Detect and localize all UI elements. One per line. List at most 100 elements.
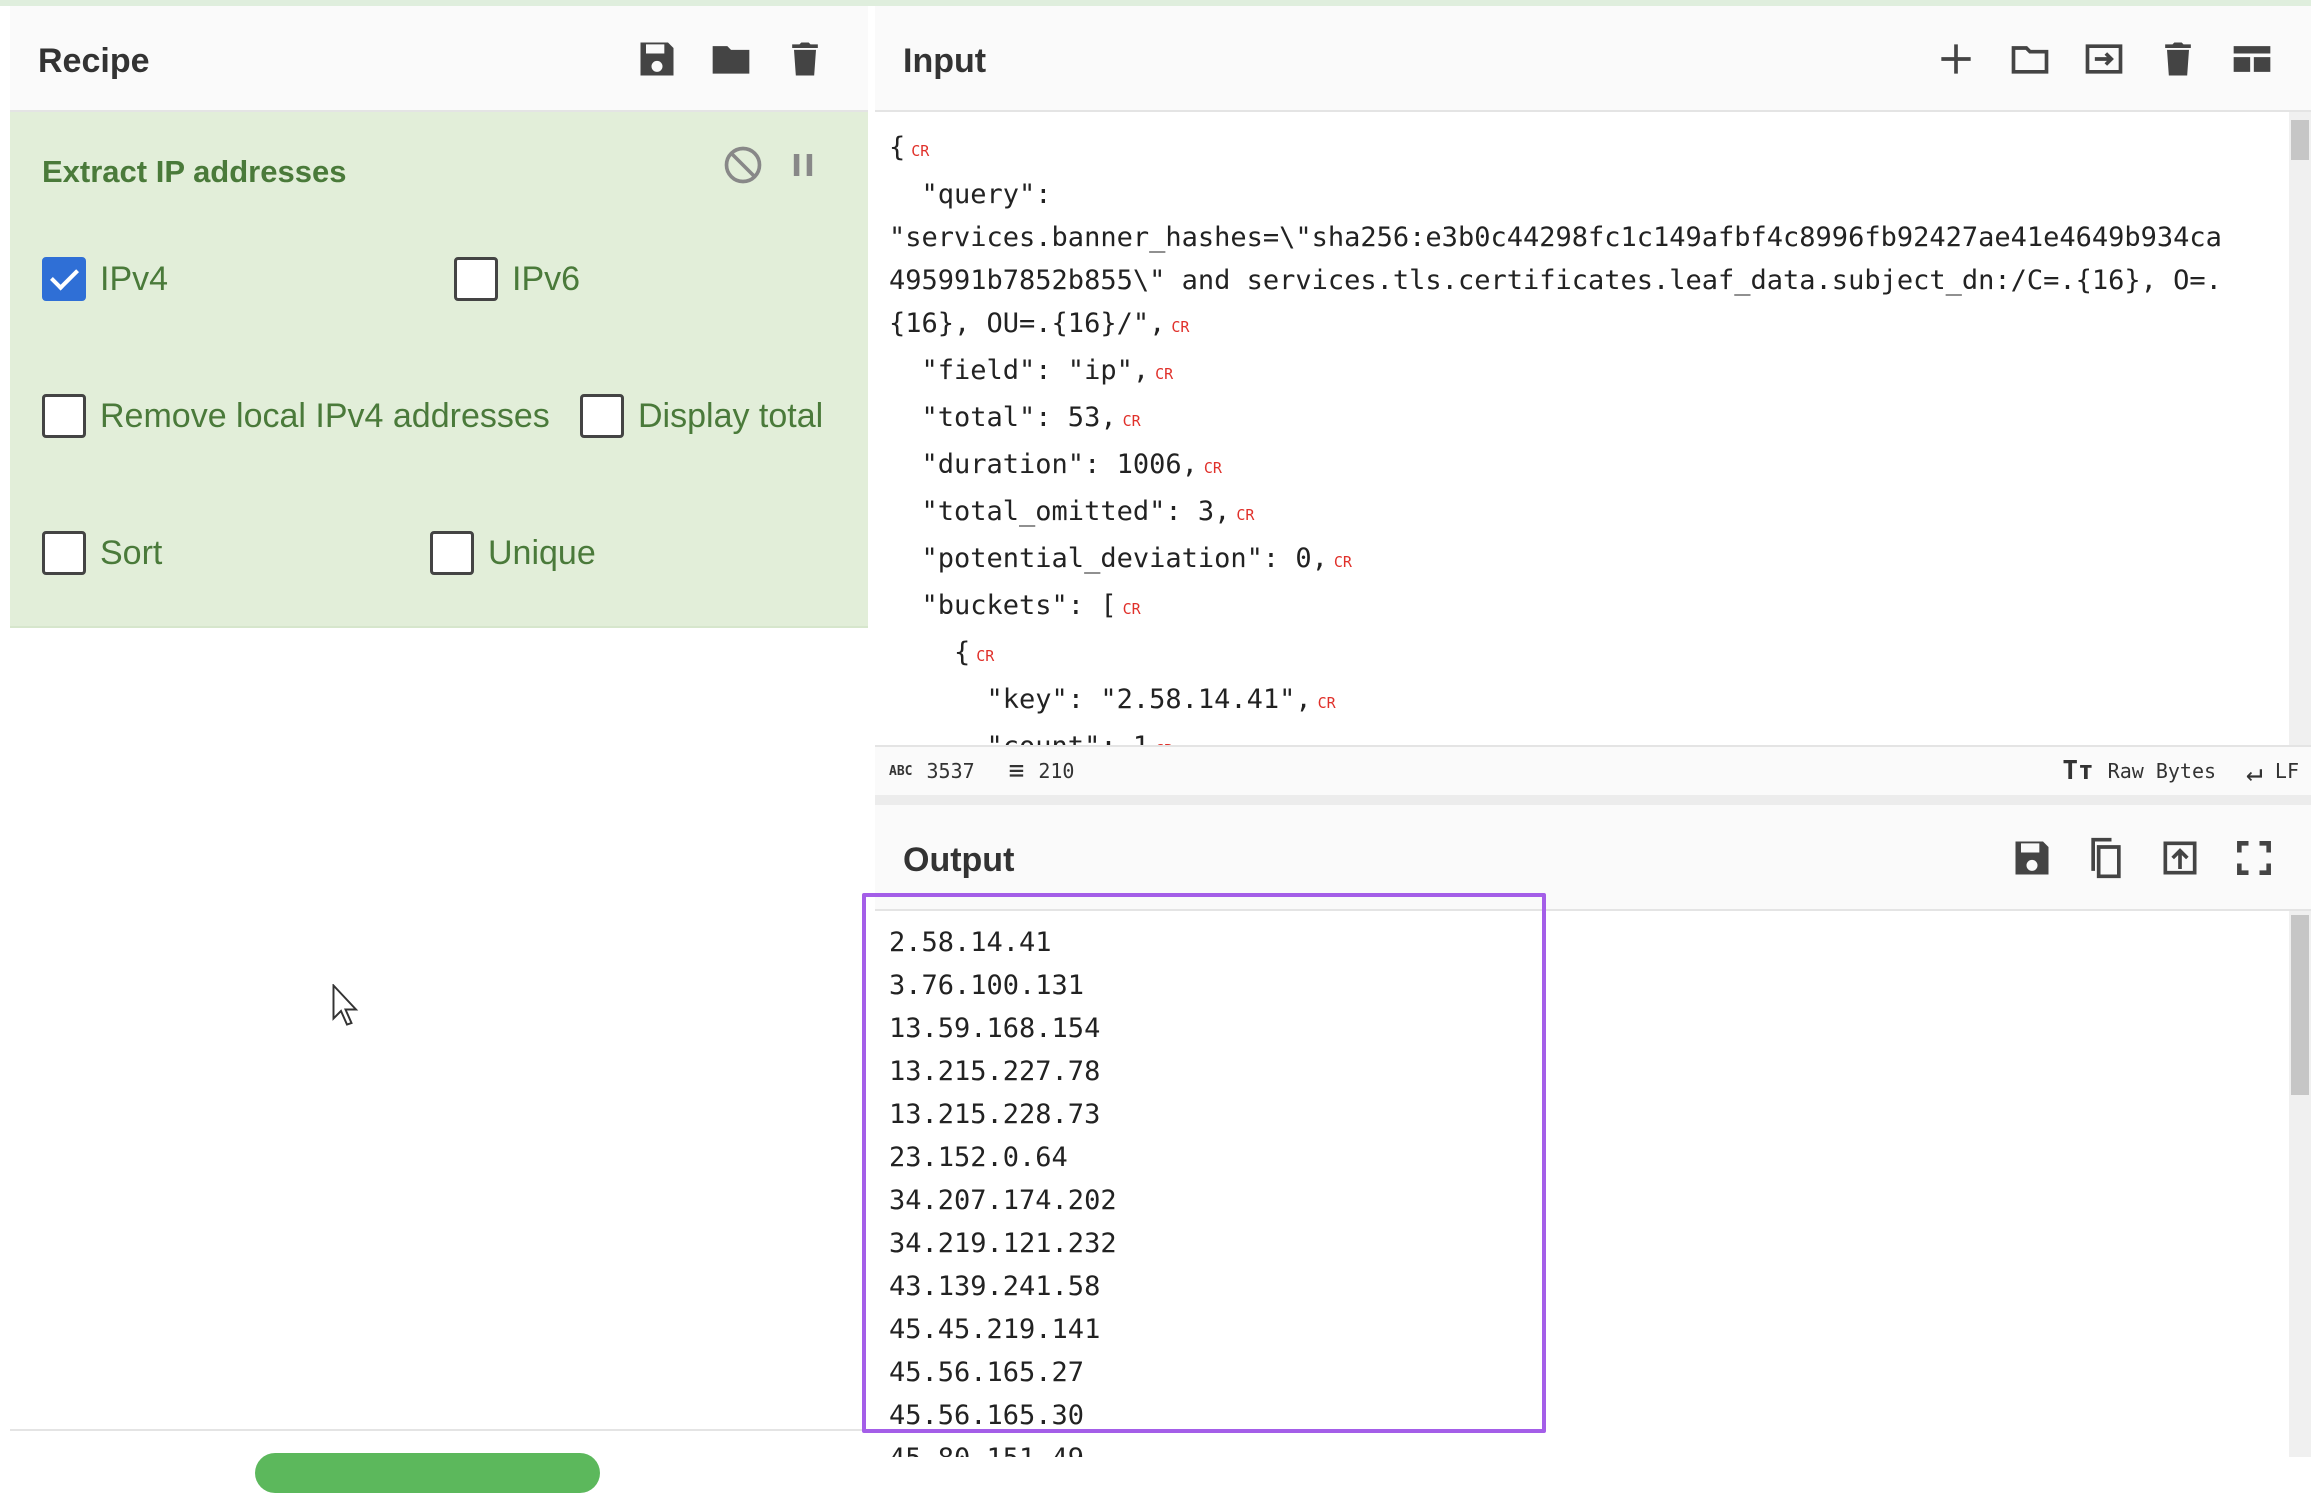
cr-marker: CR: [1333, 553, 1352, 571]
output-line: 45.56.165.30: [889, 1400, 1085, 1431]
disable-icon: [724, 146, 762, 184]
encoding-button[interactable]: Raw Bytes: [2108, 759, 2216, 783]
output-header: Output: [875, 805, 2311, 911]
eol-button[interactable]: LF: [2275, 759, 2299, 783]
input-line: "total": 53, CR: [889, 402, 1141, 433]
cr-marker: CR: [1122, 412, 1141, 430]
folder-open-icon: [2011, 46, 2049, 74]
display-total-checkbox[interactable]: Display total: [580, 394, 823, 438]
save-icon: [2015, 841, 2049, 875]
pane-resizer[interactable]: [875, 795, 2311, 805]
input-file-icon: [2085, 44, 2123, 74]
recipe-title: Recipe: [38, 42, 150, 80]
disable-operation-button[interactable]: [720, 142, 766, 188]
input-line: "count": 1CR: [889, 725, 2273, 745]
input-line: {CR: [889, 637, 995, 668]
cr-marker: CR: [1236, 506, 1255, 524]
output-line: 45.56.165.27: [889, 1357, 1085, 1388]
trash-icon: [2165, 42, 2191, 76]
input-line: "total_omitted": 3, CR: [889, 496, 1255, 527]
output-line: 2.58.14.41: [889, 927, 1052, 958]
save-recipe-button[interactable]: [634, 36, 680, 82]
bake-area: [10, 1429, 868, 1493]
load-recipe-button[interactable]: [708, 36, 754, 82]
open-file-button[interactable]: [2007, 36, 2053, 82]
input-header: Input: [875, 6, 2311, 112]
output-line: 3.76.100.131: [889, 970, 1085, 1001]
output-line: 45.80.151.49: [889, 1437, 2273, 1457]
unique-checkbox[interactable]: Unique: [430, 531, 596, 575]
sort-checkbox[interactable]: Sort: [42, 531, 162, 575]
trash-icon: [792, 42, 818, 76]
clear-input-button[interactable]: [2155, 36, 2201, 82]
copy-output-button[interactable]: [2083, 835, 2129, 881]
input-scrollbar[interactable]: [2289, 112, 2311, 745]
output-line: 43.139.241.58: [889, 1271, 1101, 1302]
output-line: 34.219.121.232: [889, 1228, 1117, 1259]
layout-icon: [2233, 46, 2271, 72]
checkbox-box[interactable]: [580, 394, 624, 438]
recipe-header: Recipe: [10, 6, 868, 112]
folder-icon: [712, 46, 750, 74]
maximise-output-button[interactable]: [2231, 835, 2277, 881]
output-textarea[interactable]: 2.58.14.41 3.76.100.131 13.59.168.154 13.21…: [875, 911, 2287, 1457]
pause-icon: [793, 154, 813, 176]
input-line: {CR: [889, 132, 930, 163]
checkbox-box[interactable]: [42, 531, 86, 575]
input-title: Input: [903, 42, 987, 80]
ipv4-checkbox[interactable]: IPv4: [42, 257, 168, 301]
input-line: "duration": 1006, CR: [889, 449, 1222, 480]
output-line: 45.45.219.141: [889, 1314, 1101, 1345]
recipe-panel: Recipe Extract IP addresses IPv4 IPv6 Re…: [10, 6, 868, 1493]
checkbox-box[interactable]: [430, 531, 474, 575]
input-line: "key": "2.58.14.41", CR: [889, 684, 1336, 715]
mouse-cursor-icon: [332, 984, 359, 1026]
save-icon: [640, 42, 674, 76]
copy-icon: [2091, 837, 2121, 879]
input-status-bar: ABC 3537 ≡ 210 Tт Raw Bytes ↵ LF: [875, 745, 2311, 795]
cr-marker: CR: [1317, 694, 1336, 712]
open-folder-button[interactable]: [2081, 36, 2127, 82]
ipv6-checkbox[interactable]: IPv6: [454, 257, 580, 301]
output-line: 13.215.227.78: [889, 1056, 1101, 1087]
input-line: "potential_deviation": 0, CR: [889, 543, 1352, 574]
cr-marker: CR: [1155, 365, 1174, 383]
add-input-tab-button[interactable]: [1933, 36, 1979, 82]
save-output-button[interactable]: [2009, 835, 2055, 881]
replace-input-button[interactable]: [2157, 835, 2203, 881]
remove-local-checkbox[interactable]: Remove local IPv4 addresses: [42, 394, 550, 438]
lines-icon: ≡: [1008, 756, 1025, 786]
checkbox-label: Sort: [100, 533, 163, 572]
io-panel: Input {CR "query": "services.banner_hashe…: [875, 6, 2311, 1457]
cr-marker: CR: [1122, 600, 1141, 618]
cr-marker: CR: [911, 142, 930, 160]
output-line: 34.207.174.202: [889, 1185, 1117, 1216]
bake-button[interactable]: [255, 1453, 600, 1493]
fullscreen-icon: [2237, 841, 2271, 875]
output-line: 13.59.168.154: [889, 1013, 1101, 1044]
input-textarea[interactable]: {CR "query": "services.banner_hashes=\"sh…: [875, 112, 2287, 745]
input-line: "query":: [889, 179, 1052, 210]
checkbox-box[interactable]: [42, 394, 86, 438]
output-line: 13.215.228.73: [889, 1099, 1101, 1130]
output-line: 23.152.0.64: [889, 1142, 1068, 1173]
line-count: 210: [1038, 759, 1075, 783]
input-line: "buckets": [CR: [889, 590, 1141, 621]
output-title: Output: [903, 841, 1015, 879]
upload-icon: [2163, 841, 2197, 875]
checkbox-label: Display total: [638, 396, 824, 435]
checkbox-box[interactable]: [454, 257, 498, 301]
checkbox-label: IPv6: [512, 259, 581, 298]
input-line: "services.banner_hashes=\"sha256:e3b0c44…: [889, 222, 2222, 253]
pause-operation-button[interactable]: [780, 142, 826, 188]
checkbox-label: Unique: [488, 533, 596, 572]
input-line: "field": "ip", CR: [889, 355, 1174, 386]
text-format-icon: Tт: [2062, 756, 2094, 786]
checkbox-box[interactable]: [42, 257, 86, 301]
cr-marker: CR: [1171, 318, 1190, 336]
reset-layout-button[interactable]: [2229, 36, 2275, 82]
output-scrollbar[interactable]: [2289, 911, 2311, 1457]
clear-recipe-button[interactable]: [782, 36, 828, 82]
eol-icon: ↵: [2246, 754, 2263, 788]
chars-icon: ABC: [889, 763, 913, 779]
